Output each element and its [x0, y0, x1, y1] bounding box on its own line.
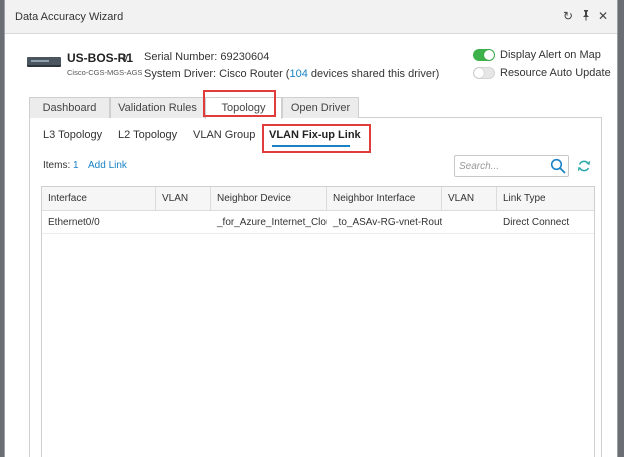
search-input[interactable]	[459, 159, 545, 174]
column-header-link-type[interactable]: Link Type	[497, 187, 596, 211]
cell-link-type: Direct Connect	[503, 217, 570, 228]
close-icon[interactable]: ✕	[596, 9, 610, 23]
serial-number: Serial Number: 69230604	[144, 51, 270, 63]
auto-update-toggle[interactable]	[473, 67, 495, 79]
driver-count-link[interactable]: 104	[289, 68, 307, 80]
cell-interface: Ethernet0/0	[48, 217, 100, 228]
subtab-l3-topology[interactable]: L3 Topology	[43, 129, 102, 141]
column-header-vlan[interactable]: VLAN	[156, 187, 211, 211]
table-row[interactable]: Ethernet0/0 _for_Azure_Internet_Cloud _t…	[42, 212, 594, 234]
pin-icon[interactable]	[579, 9, 593, 23]
items-count: Items: 1	[43, 160, 79, 171]
router-device-icon	[27, 57, 61, 67]
tab-open-driver[interactable]: Open Driver	[282, 97, 359, 118]
column-header-neighbor-vlan[interactable]: VLAN	[442, 187, 497, 211]
subtab-vlan-fixup-link[interactable]: VLAN Fix-up Link	[269, 129, 361, 141]
toggle-knob	[484, 50, 494, 60]
display-alert-toggle[interactable]	[473, 49, 495, 61]
data-accuracy-wizard-window: Data Accuracy Wizard ↻ ✕ US-BOS-R1 ∨ Cis…	[4, 0, 618, 457]
title-bar: Data Accuracy Wizard ↻ ✕	[5, 0, 617, 34]
toggle-knob	[474, 68, 484, 78]
search-box	[454, 155, 569, 177]
column-header-neighbor-interface[interactable]: Neighbor Interface	[327, 187, 442, 211]
table-header: Interface VLAN Neighbor Device Neighbor …	[42, 187, 594, 211]
vlan-fixup-table: Interface VLAN Neighbor Device Neighbor …	[41, 186, 595, 457]
device-chevron-down-icon[interactable]: ∨	[121, 50, 130, 64]
cell-neighbor-device: _for_Azure_Internet_Cloud	[217, 217, 327, 228]
active-subtab-indicator	[272, 145, 350, 147]
auto-update-label: Resource Auto Update	[500, 67, 611, 79]
system-driver-prefix: System Driver: Cisco Router (	[144, 68, 290, 80]
cell-vlan	[156, 212, 211, 234]
cell-neighbor-interface: _to_ASAv-RG-vnet-Router(	[333, 217, 442, 228]
system-driver-suffix: devices shared this driver)	[307, 68, 440, 80]
system-driver: System Driver: Cisco Router (104 devices…	[144, 68, 439, 80]
add-link-button[interactable]: Add Link	[88, 160, 127, 171]
items-label: Items:	[43, 160, 74, 171]
display-alert-label: Display Alert on Map	[500, 49, 601, 61]
column-header-neighbor-device[interactable]: Neighbor Device	[211, 187, 327, 211]
window-title: Data Accuracy Wizard	[15, 11, 124, 23]
tab-topology[interactable]: Topology	[205, 97, 282, 119]
subtab-l2-topology[interactable]: L2 Topology	[118, 129, 177, 141]
device-model: Cisco-CGS-MGS-AGS	[67, 68, 143, 77]
cell-neighbor-vlan	[442, 212, 497, 234]
subtab-vlan-group[interactable]: VLAN Group	[193, 129, 255, 141]
tab-validation-rules[interactable]: Validation Rules	[110, 97, 205, 118]
tab-dashboard[interactable]: Dashboard	[29, 97, 110, 118]
refresh-window-icon[interactable]: ↻	[561, 9, 575, 23]
refresh-icon[interactable]	[577, 159, 591, 173]
column-header-interface[interactable]: Interface	[42, 187, 156, 211]
items-count-value: 1	[73, 160, 79, 171]
search-icon[interactable]	[550, 158, 566, 174]
